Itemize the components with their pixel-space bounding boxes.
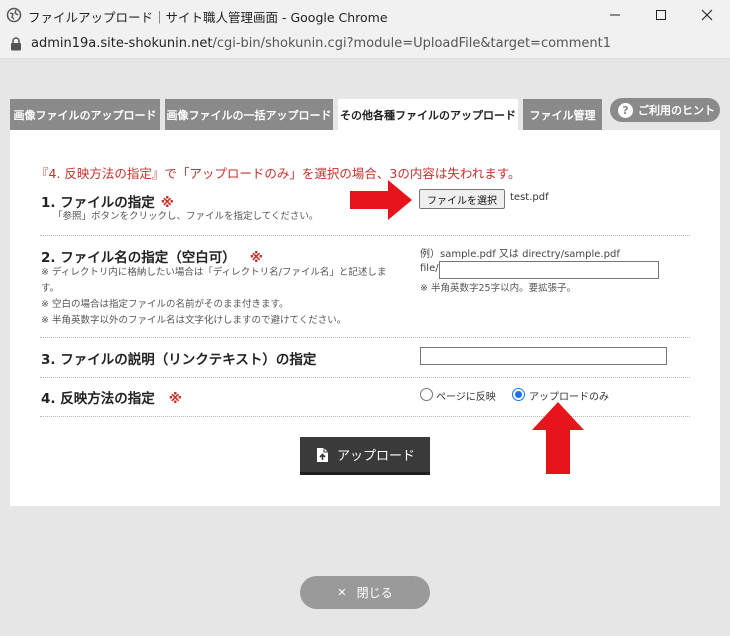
upload-button-label: アップロード — [336, 449, 415, 464]
choose-file-button[interactable]: ファイルを選択 — [419, 189, 505, 209]
up-arrow-annotation-icon — [532, 402, 584, 474]
divider — [40, 337, 690, 338]
url-text: admin19a.site-shokunin.net/cgi-bin/shoku… — [31, 36, 611, 51]
radio-reflect-page-label[interactable]: ページに反映 — [436, 388, 496, 403]
file-name-example: 例）sample.pdf 又は directry/sample.pdf — [420, 249, 620, 260]
file-name-note-directory: ※ ディレクトリ内に格納したい場合は「ディレクトリ名/ファイル名」と記述します。 — [41, 267, 387, 294]
close-button[interactable]: ✕ 閉じる — [300, 576, 430, 609]
close-x-icon: ✕ — [337, 586, 347, 599]
minimize-button[interactable] — [592, 0, 638, 30]
link-text-input[interactable] — [420, 347, 667, 365]
tab-image-upload[interactable]: 画像ファイルのアップロード — [10, 99, 160, 130]
file-name-note-charset: ※ 半角英数字以外のファイル名は文字化けしますので避けてください。 — [41, 315, 347, 326]
close-button-label: 閉じる — [356, 586, 393, 600]
upload-button[interactable]: アップロード — [300, 437, 430, 475]
maximize-button[interactable] — [638, 0, 684, 30]
tab-label: その他各種ファイルのアップロード — [340, 108, 516, 122]
file-name-subnote: ※ 半角英数字25字以内。要拡張子。 — [420, 283, 577, 294]
close-icon — [701, 9, 713, 21]
window-titlebar: ファイルアップロード｜サイト職人管理画面 - Google Chrome — [0, 0, 730, 30]
close-window-button[interactable] — [684, 0, 730, 30]
hint-label: ご利用のヒント — [638, 104, 715, 117]
radio-upload-only[interactable] — [512, 388, 525, 401]
radio-reflect-page[interactable] — [420, 388, 433, 401]
divider — [40, 235, 690, 236]
reflect-method-label: 4. 反映方法の指定 ※ — [41, 391, 182, 407]
file-name-note-blank: ※ 空白の場合は指定ファイルの名前がそのまま付きます。 — [41, 299, 289, 310]
window-title: ファイルアップロード｜サイト職人管理画面 - Google Chrome — [28, 10, 388, 25]
tab-label: ファイル管理 — [529, 108, 596, 122]
file-select-note: 「参照」ボタンをクリックし、ファイルを指定してください。 — [53, 211, 319, 222]
file-upload-icon — [316, 447, 328, 462]
file-name-prefix: file/ — [420, 263, 439, 274]
tab-bulk-image-upload[interactable]: 画像ファイルの一括アップロード — [165, 99, 333, 130]
lock-icon — [11, 37, 21, 51]
maximize-icon — [656, 10, 666, 20]
tab-label: 画像ファイルの一括アップロード — [166, 108, 332, 122]
selected-file-name: test.pdf — [510, 192, 549, 203]
question-icon: ? — [618, 102, 633, 118]
file-name-label: 2. ファイル名の指定（空白可） ※ — [41, 250, 263, 266]
file-select-label: 1. ファイルの指定 ※ — [41, 195, 174, 211]
file-name-input[interactable] — [439, 261, 659, 279]
divider — [40, 416, 690, 417]
required-mark: ※ — [168, 391, 182, 407]
url-path: /cgi-bin/shokunin.cgi?module=UploadFile&… — [212, 36, 611, 51]
globe-icon — [6, 7, 22, 23]
required-mark: ※ — [249, 250, 263, 266]
tab-label: 画像ファイルのアップロード — [13, 108, 157, 122]
tab-other-file-upload[interactable]: その他各種ファイルのアップロード — [338, 99, 518, 130]
radio-upload-only-label[interactable]: アップロードのみ — [529, 388, 609, 403]
address-bar[interactable]: admin19a.site-shokunin.net/cgi-bin/shoku… — [0, 30, 730, 59]
minimize-icon — [610, 14, 620, 16]
link-text-label: 3. ファイルの説明（リンクテキスト）の指定 — [41, 352, 317, 368]
right-arrow-annotation-icon — [350, 180, 412, 220]
hint-button[interactable]: ? ご利用のヒント — [610, 98, 720, 122]
divider — [40, 377, 690, 378]
url-host: admin19a.site-shokunin.net — [31, 36, 213, 51]
warning-notice: 『4. 反映方法の指定』で「アップロードのみ」を選択の場合、3の内容は失われます… — [36, 166, 521, 181]
tab-file-management[interactable]: ファイル管理 — [523, 99, 602, 130]
